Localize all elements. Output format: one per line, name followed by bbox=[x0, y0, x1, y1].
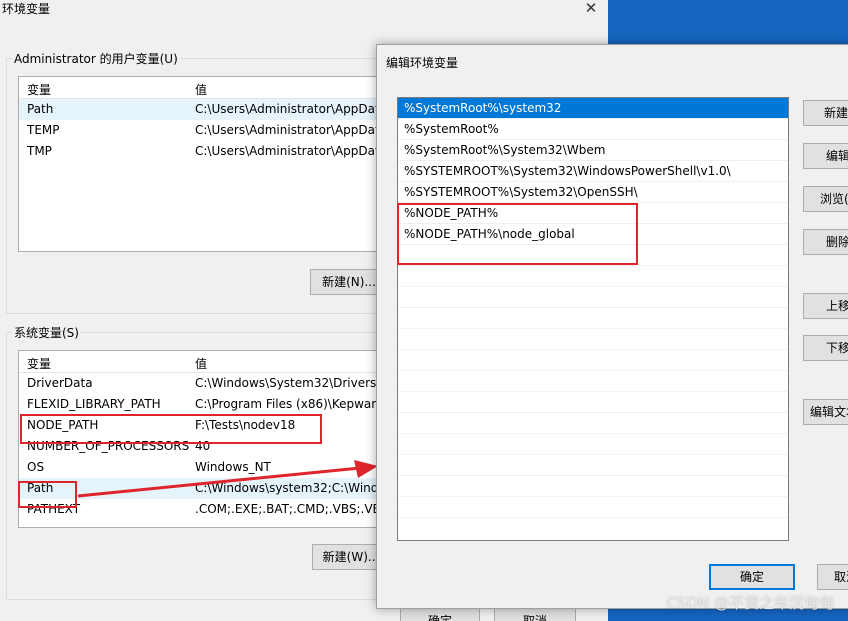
empty-list-row bbox=[398, 476, 788, 497]
arrow-icon bbox=[77, 460, 378, 498]
list-header: 变量 值 bbox=[19, 351, 401, 373]
list-item[interactable]: %SystemRoot%\system32 bbox=[398, 98, 788, 119]
edit-text-button[interactable]: 编辑文本 bbox=[803, 399, 848, 425]
row-value: C:\Users\Administrator\AppData bbox=[195, 102, 388, 116]
edit-entry-button[interactable]: 编辑 bbox=[803, 143, 848, 169]
table-row[interactable]: Path C:\Users\Administrator\AppData bbox=[19, 99, 401, 120]
empty-list-row bbox=[398, 287, 788, 308]
empty-list-row bbox=[398, 371, 788, 392]
node-entries-highlight bbox=[397, 203, 638, 265]
empty-list-row bbox=[398, 329, 788, 350]
column-header-value[interactable]: 值 bbox=[195, 81, 207, 98]
empty-list-row bbox=[398, 497, 788, 518]
list-item[interactable]: %SystemRoot%\System32\Wbem bbox=[398, 140, 788, 161]
empty-list-row bbox=[398, 434, 788, 455]
user-variables-label: Administrator 的用户变量(U) bbox=[12, 50, 180, 67]
move-down-button[interactable]: 下移 bbox=[803, 335, 848, 361]
close-icon[interactable]: ✕ bbox=[582, 0, 600, 18]
row-value: .COM;.EXE;.BAT;.CMD;.VBS;.VBE bbox=[195, 502, 389, 516]
new-entry-button[interactable]: 新建 bbox=[803, 100, 848, 126]
user-variables-list[interactable]: 变量 值 Path C:\Users\Administrator\AppData… bbox=[18, 76, 402, 252]
path-highlight bbox=[18, 481, 77, 508]
empty-list-row bbox=[398, 392, 788, 413]
row-value: C:\Users\Administrator\AppData bbox=[195, 144, 388, 158]
row-name: TMP bbox=[27, 144, 52, 158]
edit-environment-variable-dialog: 编辑环境变量 %SystemRoot%\system32 %SystemRoot… bbox=[376, 44, 848, 609]
row-name: OS bbox=[27, 460, 45, 474]
table-row[interactable]: TEMP C:\Users\Administrator\AppData bbox=[19, 120, 401, 141]
watermark: CSDN @不货之年沉甸甸 bbox=[666, 594, 834, 612]
table-row[interactable]: FLEXID_LIBRARY_PATH C:\Program Files (x8… bbox=[19, 394, 401, 415]
env-ok-button[interactable]: 确定 bbox=[400, 608, 480, 621]
row-value: C:\Windows\System32\Drivers\D bbox=[195, 376, 390, 390]
row-value: C:\Program Files (x86)\Kepware bbox=[195, 397, 384, 411]
row-name: FLEXID_LIBRARY_PATH bbox=[27, 397, 161, 411]
browse-button[interactable]: 浏览( bbox=[803, 186, 848, 212]
empty-list-row bbox=[398, 413, 788, 434]
row-name: DriverData bbox=[27, 376, 93, 390]
table-row[interactable]: DriverData C:\Windows\System32\Drivers\D bbox=[19, 373, 401, 394]
move-up-button[interactable]: 上移 bbox=[803, 293, 848, 319]
row-value: C:\Users\Administrator\AppData bbox=[195, 123, 388, 137]
empty-list-row bbox=[398, 308, 788, 329]
window-title: 环境变量 bbox=[2, 2, 51, 16]
row-name: TEMP bbox=[27, 123, 60, 137]
table-row[interactable]: TMP C:\Users\Administrator\AppData bbox=[19, 141, 401, 162]
column-header-variable[interactable]: 变量 bbox=[27, 355, 51, 372]
column-header-value[interactable]: 值 bbox=[195, 355, 207, 372]
list-item[interactable]: %SystemRoot% bbox=[398, 119, 788, 140]
list-item[interactable]: %SYSTEMROOT%\System32\OpenSSH\ bbox=[398, 182, 788, 203]
list-header: 变量 值 bbox=[19, 77, 401, 99]
empty-list-row bbox=[398, 455, 788, 476]
node-path-highlight bbox=[20, 414, 322, 444]
system-variables-label: 系统变量(S) bbox=[12, 324, 81, 341]
row-name: Path bbox=[27, 102, 54, 116]
env-cancel-button[interactable]: 取消 bbox=[494, 608, 576, 621]
empty-list-row bbox=[398, 266, 788, 287]
path-entries-list[interactable]: %SystemRoot%\system32 %SystemRoot% %Syst… bbox=[397, 97, 789, 541]
empty-list-row bbox=[398, 350, 788, 371]
delete-button[interactable]: 删除 bbox=[803, 229, 848, 255]
dialog-cancel-button[interactable]: 取消 bbox=[817, 564, 848, 590]
dialog-title: 编辑环境变量 bbox=[386, 56, 459, 70]
column-header-variable[interactable]: 变量 bbox=[27, 81, 51, 98]
list-item[interactable]: %SYSTEMROOT%\System32\WindowsPowerShell\… bbox=[398, 161, 788, 182]
dialog-ok-button[interactable]: 确定 bbox=[709, 564, 795, 590]
